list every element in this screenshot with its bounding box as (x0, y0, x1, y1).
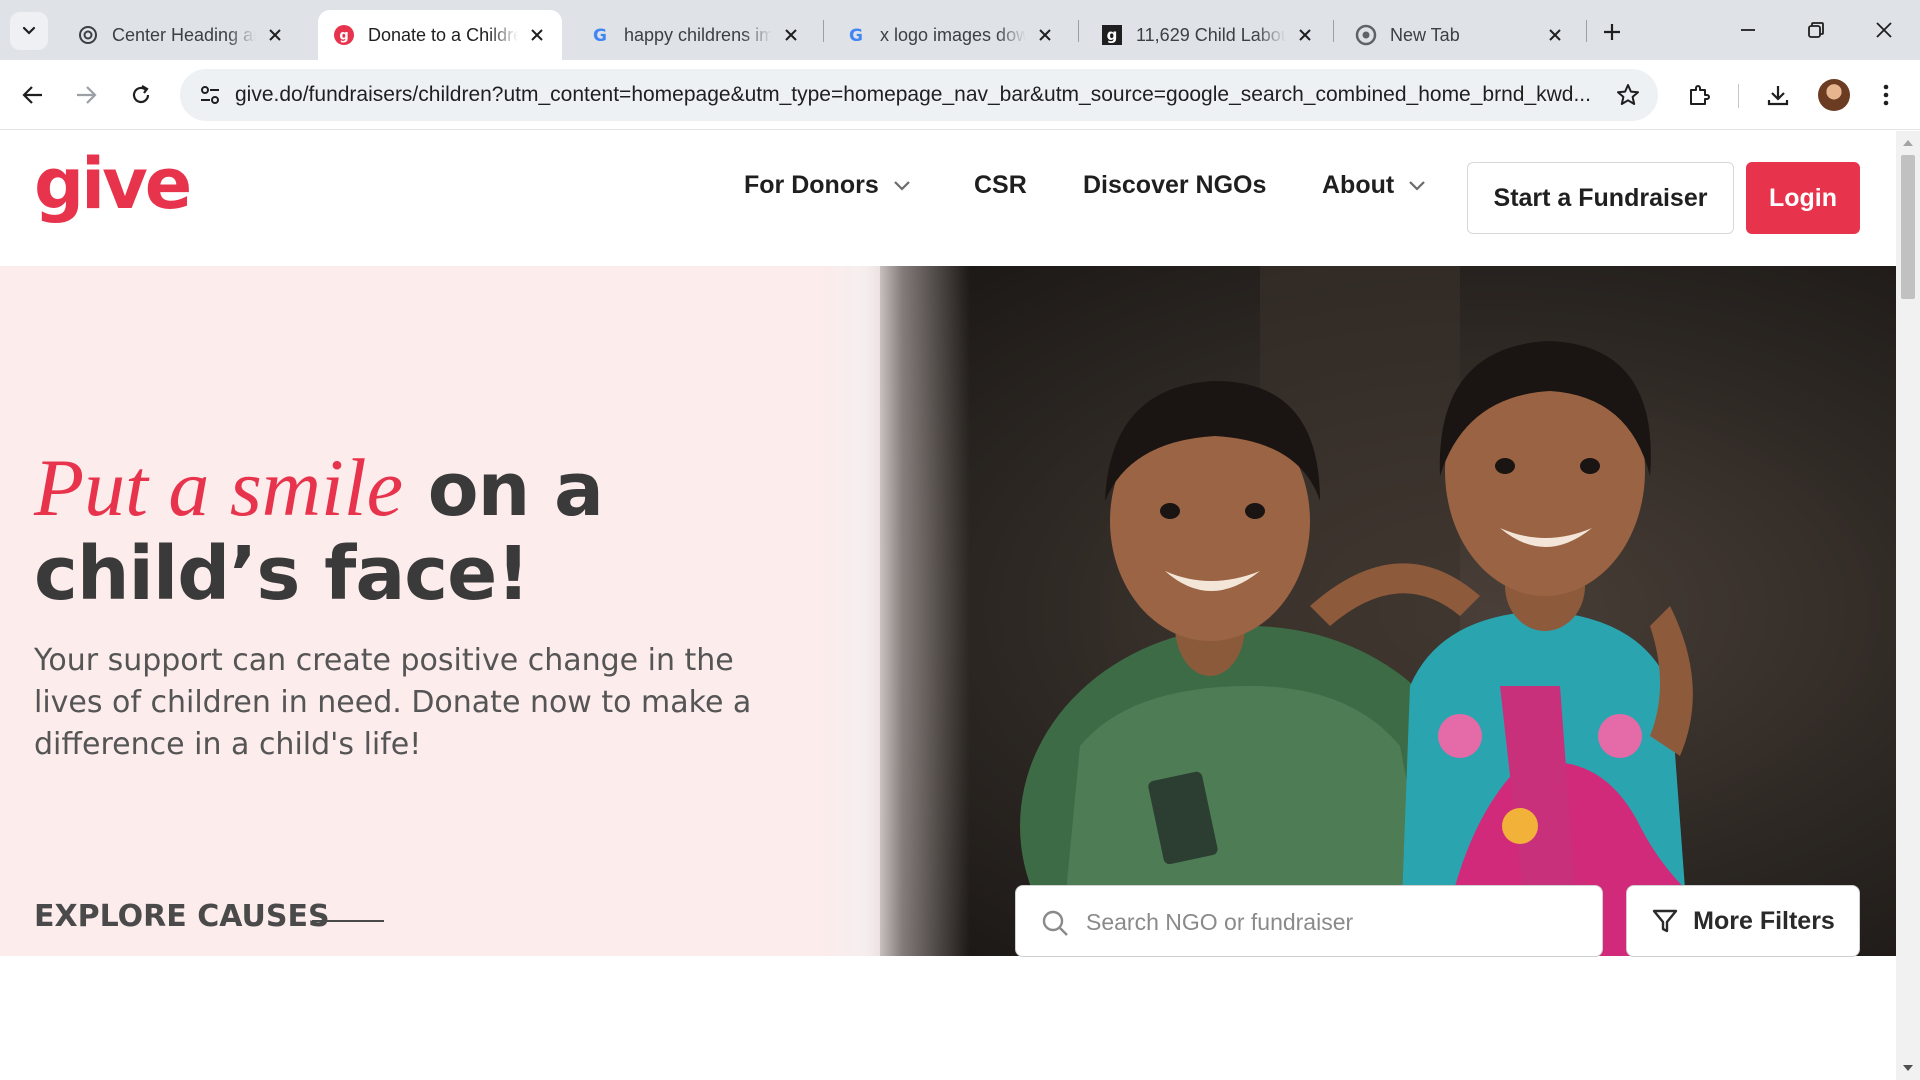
heading-underline (312, 920, 384, 922)
tab-center-heading[interactable]: Center Heading and (62, 10, 300, 60)
hero-heading-part2: child’s face! (34, 531, 530, 617)
restore-button[interactable] (1796, 10, 1836, 50)
svg-text:g: g (1107, 26, 1118, 44)
openai-icon (76, 23, 100, 47)
address-bar[interactable]: give.do/fundraisers/children?utm_content… (180, 69, 1658, 121)
chrome-icon (1354, 23, 1378, 47)
scroll-up-arrow-icon[interactable] (1902, 137, 1914, 149)
login-button[interactable]: Login (1746, 162, 1860, 234)
restore-icon (1808, 22, 1824, 38)
chevron-down-icon (893, 180, 911, 192)
chevron-down-icon (22, 26, 36, 35)
tab-strip: Center Heading and g Donate to a Childre… (0, 0, 1920, 60)
downloads-button[interactable] (1758, 75, 1798, 115)
forward-arrow-icon (77, 86, 97, 104)
close-icon[interactable] (526, 24, 548, 46)
nav-label: For Donors (744, 171, 879, 199)
extensions-button[interactable] (1679, 75, 1719, 115)
tab-search-button[interactable] (10, 12, 48, 50)
tab-separator (1078, 20, 1079, 42)
hero-heading-script: Put a smile (34, 442, 403, 533)
hero-children-photo (820, 266, 1896, 956)
tab-separator (823, 20, 824, 42)
bookmark-button[interactable] (1612, 79, 1644, 111)
google-icon: G (588, 23, 612, 47)
back-arrow-icon (22, 86, 42, 104)
hero-heading-part1: on a (402, 447, 604, 533)
minimize-button[interactable] (1728, 10, 1768, 50)
more-vertical-icon (1883, 84, 1889, 106)
nav-about[interactable]: About (1322, 171, 1426, 200)
tab-title: 11,629 Child Labour (1136, 24, 1286, 45)
toolbar-divider (1738, 84, 1739, 108)
scroll-down-arrow-icon[interactable] (1902, 1062, 1914, 1074)
hero-heading: Put a smile on a child’s face! (34, 446, 754, 617)
tab-donate-children[interactable]: g Donate to a Children (318, 10, 562, 60)
google-icon: G (844, 23, 868, 47)
tab-new-tab[interactable]: New Tab (1340, 10, 1580, 60)
svg-text:G: G (593, 26, 607, 46)
puzzle-icon (1690, 85, 1710, 105)
give-logo[interactable]: give (34, 149, 192, 219)
reload-icon (132, 85, 150, 104)
chevron-down-icon (1408, 180, 1426, 192)
new-tab-button[interactable] (1594, 14, 1630, 50)
forward-button[interactable] (66, 75, 106, 115)
back-button[interactable] (13, 75, 53, 115)
tab-separator (1333, 20, 1334, 42)
scroll-thumb[interactable] (1901, 155, 1915, 299)
nav-for-donors[interactable]: For Donors (744, 171, 911, 200)
give-favicon-icon: g (332, 23, 356, 47)
tab-title: Center Heading and (112, 24, 256, 45)
close-icon[interactable] (264, 24, 286, 46)
tab-title: happy childrens images (624, 24, 772, 45)
more-filters-button[interactable]: More Filters (1626, 885, 1860, 957)
plus-icon (1604, 24, 1620, 40)
tab-happy-childrens[interactable]: G happy childrens images (574, 10, 816, 60)
menu-button[interactable] (1866, 75, 1906, 115)
hero-subtext: Your support can create positive change … (34, 643, 752, 762)
nav-csr[interactable]: CSR (974, 171, 1027, 200)
download-icon (1767, 86, 1789, 106)
start-fundraiser-button[interactable]: Start a Fundraiser (1467, 162, 1734, 234)
url-text[interactable]: give.do/fundraisers/children?utm_content… (235, 83, 1595, 107)
nav-label: Discover NGOs (1083, 171, 1267, 199)
tab-x-logo[interactable]: G x logo images download (830, 10, 1070, 60)
tab-child-labour[interactable]: g 11,629 Child Labour (1086, 10, 1330, 60)
search-icon (1040, 908, 1070, 938)
site-info-button[interactable] (192, 77, 228, 113)
browser-toolbar: give.do/fundraisers/children?utm_content… (0, 60, 1920, 130)
nav-label: About (1322, 171, 1395, 199)
close-window-button[interactable] (1864, 10, 1904, 50)
star-icon (1617, 84, 1639, 105)
svg-text:g: g (339, 29, 348, 44)
nav-label: CSR (974, 171, 1027, 199)
close-icon[interactable] (780, 24, 802, 46)
nav-discover-ngos[interactable]: Discover NGOs (1083, 171, 1266, 200)
search-ngo-field[interactable] (1015, 885, 1603, 957)
children-illustration (1020, 266, 1780, 956)
explore-causes-heading: EXPLORE CAUSES (34, 899, 330, 934)
profile-avatar[interactable] (1818, 79, 1850, 111)
tune-icon (201, 86, 219, 104)
tab-title: New Tab (1390, 24, 1460, 45)
page-viewport: give For Donors CSR Discover NGOs About … (0, 131, 1896, 1080)
reload-button[interactable] (121, 75, 161, 115)
tab-separator (1586, 20, 1587, 42)
close-icon (1876, 22, 1892, 38)
more-filters-label: More Filters (1693, 906, 1835, 935)
tab-title: Donate to a Children (368, 24, 518, 45)
search-input[interactable] (1086, 904, 1566, 940)
hero-banner: Put a smile on a child’s face! Your supp… (0, 266, 1896, 956)
close-icon[interactable] (1544, 24, 1566, 46)
gettyimages-icon: g (1100, 23, 1124, 47)
filter-icon (1651, 907, 1679, 935)
close-icon[interactable] (1034, 24, 1056, 46)
close-icon[interactable] (1294, 24, 1316, 46)
tab-title: x logo images download (880, 24, 1026, 45)
torn-paper-edge (820, 266, 970, 956)
svg-text:G: G (849, 26, 863, 46)
minimize-icon (1741, 29, 1755, 31)
page-scrollbar[interactable] (1896, 131, 1920, 1080)
